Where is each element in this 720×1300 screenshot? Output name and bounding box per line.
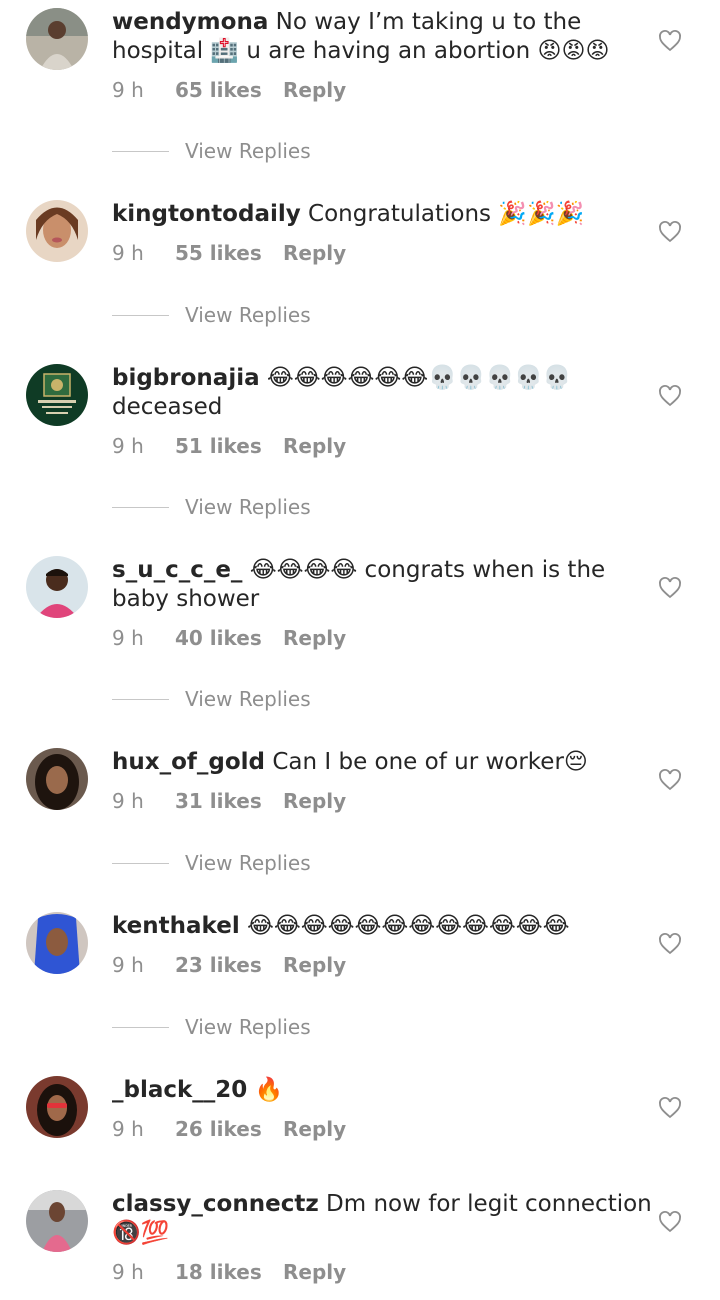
reply-button[interactable]: Reply xyxy=(283,951,346,979)
reply-button[interactable]: Reply xyxy=(283,432,346,460)
heart-icon[interactable] xyxy=(658,384,682,408)
comment-username[interactable]: hux_of_gold xyxy=(112,749,265,775)
comment-time: 9 h xyxy=(112,1117,144,1141)
comment-likes[interactable]: 51 likes xyxy=(175,432,262,460)
comment-body: 😂😂😂😂😂😂😂😂😂😂😂😂 xyxy=(247,913,570,939)
view-replies-divider xyxy=(112,1027,169,1028)
reply-button[interactable]: Reply xyxy=(283,1258,346,1286)
heart-icon[interactable] xyxy=(658,1096,682,1120)
heart-icon[interactable] xyxy=(658,576,682,600)
avatar[interactable] xyxy=(26,364,88,426)
comment-likes[interactable]: 18 likes xyxy=(175,1258,262,1286)
comment-text: s_u_c_c_e_ 😂😂😂😂 congrats when is the bab… xyxy=(112,556,652,614)
heart-icon[interactable] xyxy=(658,1210,682,1234)
view-replies-divider xyxy=(112,507,169,508)
comment-likes[interactable]: 31 likes xyxy=(175,787,262,815)
view-replies-label[interactable]: View Replies xyxy=(185,493,311,521)
comment-username[interactable]: classy_connectz xyxy=(112,1191,319,1217)
view-replies-divider xyxy=(112,699,169,700)
view-replies-label[interactable]: View Replies xyxy=(185,301,311,329)
avatar[interactable] xyxy=(26,8,88,70)
view-replies-label[interactable]: View Replies xyxy=(185,137,311,165)
comment-text: hux_of_gold Can I be one of ur worker😔 xyxy=(112,748,652,777)
reply-button[interactable]: Reply xyxy=(283,239,346,267)
comment-time: 9 h xyxy=(112,626,144,650)
comment-username[interactable]: wendymona xyxy=(112,9,268,35)
heart-icon[interactable] xyxy=(658,29,682,53)
view-replies-label[interactable]: View Replies xyxy=(185,685,311,713)
comment-text: _black__20 🔥 xyxy=(112,1076,652,1105)
avatar[interactable] xyxy=(26,912,88,974)
view-replies-label[interactable]: View Replies xyxy=(185,849,311,877)
view-replies-divider xyxy=(112,863,169,864)
comment-username[interactable]: bigbronajia xyxy=(112,365,260,391)
comment-text: kenthakel 😂😂😂😂😂😂😂😂😂😂😂😂 xyxy=(112,912,652,941)
reply-button[interactable]: Reply xyxy=(283,787,346,815)
avatar[interactable] xyxy=(26,556,88,618)
reply-button[interactable]: Reply xyxy=(283,76,346,104)
reply-button[interactable]: Reply xyxy=(283,1115,346,1143)
comment-username[interactable]: kenthakel xyxy=(112,913,240,939)
comment-username[interactable]: kingtontodaily xyxy=(112,201,301,227)
comment-body: Can I be one of ur worker😔 xyxy=(272,749,588,775)
view-replies-label[interactable]: View Replies xyxy=(185,1013,311,1041)
comment-text: classy_connectz Dm now for legit connect… xyxy=(112,1190,652,1248)
avatar[interactable] xyxy=(26,1076,88,1138)
comment-likes[interactable]: 40 likes xyxy=(175,624,262,652)
heart-icon[interactable] xyxy=(658,932,682,956)
comment-body: Congratulations 🎉🎉🎉 xyxy=(308,201,585,227)
comment-username[interactable]: s_u_c_c_e_ xyxy=(112,557,242,583)
comment-time: 9 h xyxy=(112,434,144,458)
comment-time: 9 h xyxy=(112,241,144,265)
view-replies-divider xyxy=(112,315,169,316)
comment-text: wendymona No way I’m taking u to the hos… xyxy=(112,8,652,66)
comment-text: bigbronajia 😂😂😂😂😂😂💀💀💀💀💀 deceased xyxy=(112,364,652,422)
heart-icon[interactable] xyxy=(658,220,682,244)
comment-time: 9 h xyxy=(112,1260,144,1284)
comment-time: 9 h xyxy=(112,789,144,813)
avatar[interactable] xyxy=(26,1190,88,1252)
view-replies-divider xyxy=(112,151,169,152)
heart-icon[interactable] xyxy=(658,768,682,792)
comment-likes[interactable]: 23 likes xyxy=(175,951,262,979)
comment-username[interactable]: _black__20 xyxy=(112,1077,247,1103)
reply-button[interactable]: Reply xyxy=(283,624,346,652)
comment-time: 9 h xyxy=(112,953,144,977)
comment-likes[interactable]: 26 likes xyxy=(175,1115,262,1143)
comment-text: kingtontodaily Congratulations 🎉🎉🎉 xyxy=(112,200,652,229)
comment-likes[interactable]: 55 likes xyxy=(175,239,262,267)
comment-body: 🔥 xyxy=(254,1077,284,1103)
comment-time: 9 h xyxy=(112,78,144,102)
comment-likes[interactable]: 65 likes xyxy=(175,76,262,104)
avatar[interactable] xyxy=(26,200,88,262)
avatar[interactable] xyxy=(26,748,88,810)
